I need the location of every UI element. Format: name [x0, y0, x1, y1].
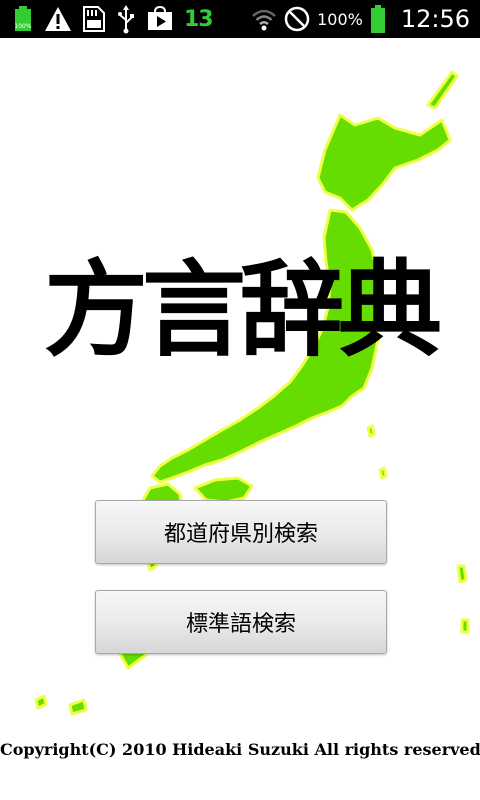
status-bar: 100% 13 100% 12:56 — [0, 0, 480, 38]
ogasawara-shape-2 — [460, 618, 470, 634]
app-title: 方言辞典 — [43, 248, 442, 371]
svg-text:100%: 100% — [14, 23, 31, 30]
izu-shape-2 — [378, 466, 388, 480]
izu-shape-1 — [366, 424, 376, 438]
ogasawara-shape-1 — [456, 564, 468, 584]
battery-small-icon: 100% — [12, 0, 34, 38]
ryukyu-shape-4 — [68, 698, 88, 716]
play-store-icon — [146, 0, 174, 38]
japan-map-image — [34, 70, 470, 716]
usb-icon — [116, 0, 136, 38]
shikoku-shape — [193, 476, 254, 504]
battery-icon — [369, 0, 387, 38]
clock: 12:56 — [400, 5, 470, 33]
kuril-shape — [426, 70, 459, 110]
notification-count: 13 — [184, 6, 214, 32]
wifi-icon — [251, 0, 277, 38]
prefecture-search-button[interactable]: 都道府県別検索 — [95, 500, 387, 564]
ryukyu-shape-5 — [34, 694, 48, 710]
status-bar-right: 100% 12:56 — [251, 0, 480, 38]
copyright-text: Copyright(C) 2010 Hideaki Suzuki All rig… — [0, 740, 480, 759]
warning-icon — [44, 0, 72, 38]
status-bar-left: 100% 13 — [0, 0, 214, 38]
standard-word-search-button[interactable]: 標準語検索 — [95, 590, 387, 654]
hokkaido-shape — [316, 113, 452, 212]
sd-card-icon — [82, 0, 106, 38]
no-signal-icon — [283, 0, 311, 38]
battery-percent: 100% — [317, 9, 363, 29]
